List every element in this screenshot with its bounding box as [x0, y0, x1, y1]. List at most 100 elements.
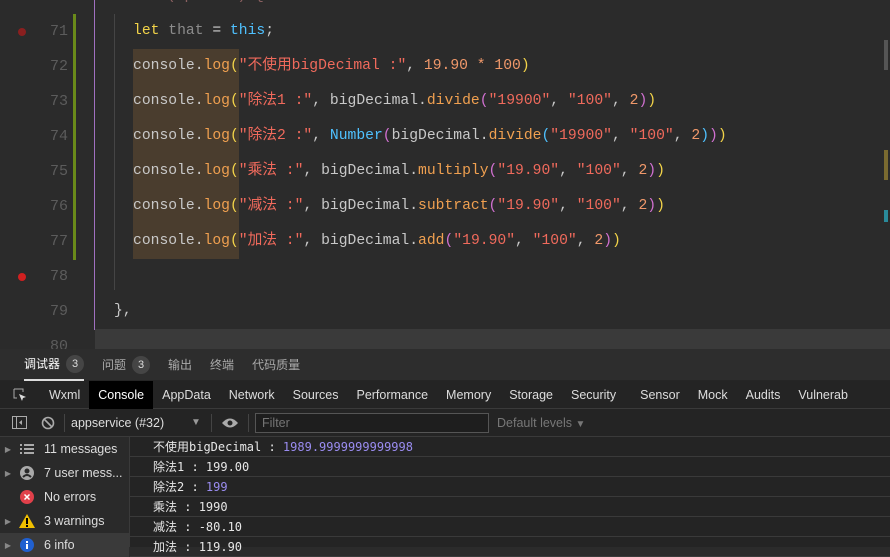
code-token: "19.90" — [497, 163, 560, 179]
code-line[interactable]: 71 let that = this; — [0, 14, 890, 49]
context-selector[interactable]: appservice (#32) — [71, 416, 191, 430]
breakpoint-icon[interactable] — [18, 273, 26, 281]
sidebar-item[interactable]: ▶ 3 warnings — [0, 509, 129, 533]
count-badge: 3 — [132, 355, 151, 374]
devtools-tab[interactable]: Storage — [500, 381, 562, 409]
line-number: 72 — [49, 58, 68, 75]
code-token: that — [159, 23, 204, 39]
sidebar-item[interactable]: ▶ 11 messages — [0, 437, 129, 461]
code-line[interactable]: 74 console.log("除法2 :", Number(bigDecimal… — [0, 119, 890, 154]
panel-tab[interactable]: 代码质量 — [252, 349, 300, 381]
log-label: 加法 : — [153, 540, 199, 554]
panel-tab[interactable]: 终端 — [210, 349, 234, 381]
code-token: ( — [541, 128, 551, 144]
breakpoint-icon[interactable] — [18, 28, 26, 36]
code-token: 2 — [638, 163, 648, 179]
sidebar-item[interactable]: ▶ 7 user mess... — [0, 461, 129, 485]
code-token: console. — [133, 163, 204, 179]
panel-tab-label: 输出 — [168, 358, 193, 372]
code-line[interactable]: 80 — [0, 329, 890, 349]
code-token: , — [612, 128, 630, 144]
devtools-tab[interactable]: Network — [220, 381, 284, 409]
code-token: log — [203, 198, 230, 214]
code-token: , — [673, 128, 692, 144]
line-number: 80 — [49, 338, 68, 349]
code-line[interactable]: 78 — [0, 259, 890, 294]
devtools-tab[interactable]: Security — [562, 381, 625, 409]
devtools-tab[interactable]: Sources — [284, 381, 348, 409]
code-token: log — [203, 58, 230, 74]
clear-console-icon[interactable] — [38, 416, 58, 430]
info-icon — [16, 538, 38, 552]
code-token: "加法 :" — [238, 233, 304, 249]
code-token: ( — [229, 93, 239, 109]
log-row: 减法 : -80.10 — [130, 517, 890, 537]
code-line[interactable]: 76 console.log("减法 :", bigDecimal.subtrac… — [0, 189, 890, 224]
panel-tab[interactable]: 输出 — [168, 349, 192, 381]
code-token: ( — [229, 233, 239, 249]
sidebar-item[interactable]: No errors — [0, 485, 129, 509]
expand-arrow-icon[interactable]: ▶ — [0, 445, 16, 454]
devtools-tab[interactable]: AppData — [153, 381, 220, 409]
line-number: 73 — [49, 93, 68, 110]
devtools-tab[interactable]: Memory — [437, 381, 500, 409]
code-token: bigDecimal. — [391, 128, 489, 144]
code-token: log — [203, 233, 230, 249]
code-line[interactable]: 77 console.log("加法 :", bigDecimal.add("19… — [0, 224, 890, 259]
devtools-tab[interactable]: Performance — [347, 381, 437, 409]
expand-arrow-icon[interactable]: ▶ — [0, 541, 16, 550]
code-token: , bigDecimal. — [303, 198, 419, 214]
devtools-tabs: Wxml Console AppData Network Sources Performa… — [0, 380, 890, 409]
code-token: , bigDecimal. — [303, 163, 419, 179]
code-token: ; — [265, 23, 275, 39]
chevron-down-icon[interactable]: ▼ — [191, 417, 205, 428]
warning-icon — [16, 514, 38, 528]
log-levels-dropdown[interactable]: Default levels ▼ — [497, 416, 585, 430]
toggle-sidebar-icon[interactable] — [0, 416, 38, 429]
code-token: "除法2 :" — [238, 128, 313, 144]
code-token: console. — [133, 58, 204, 74]
panel-tab[interactable]: 调试器 3 — [24, 349, 85, 381]
code-token: 2 — [638, 198, 648, 214]
code-token: , bigDecimal. — [312, 93, 427, 109]
code-token: ( — [382, 128, 392, 144]
code-token: ) — [656, 198, 665, 214]
code-token: = — [203, 23, 230, 39]
devtools-tab[interactable]: Console — [89, 380, 154, 409]
code-text: console.log("乘法 :", bigDecimal.multiply(… — [133, 154, 665, 189]
expand-arrow-icon[interactable]: ▶ — [0, 517, 16, 526]
code-line[interactable]: 79}, — [0, 294, 890, 329]
devtools-tab[interactable]: Wxml — [40, 381, 89, 409]
code-text: console.log("除法2 :", Number(bigDecimal.d… — [133, 119, 727, 154]
code-line[interactable]: 72 console.log("不使用bigDecimal :", 19.90 *… — [0, 49, 890, 84]
code-line[interactable]: 75 console.log("乘法 :", bigDecimal.multipl… — [0, 154, 890, 189]
devtools-tab[interactable]: Sensor — [631, 381, 689, 409]
divider — [64, 413, 65, 432]
code-editor[interactable]: 70 onLoad(options) {71 let that = this; 72 c… — [0, 0, 890, 349]
panel-tab[interactable]: 问题 3 — [102, 349, 151, 381]
code-token: ) — [709, 128, 718, 144]
code-token: , — [550, 93, 568, 109]
code-token: ) — [638, 93, 648, 109]
log-value: 1990 — [198, 500, 228, 514]
code-text: console.log("不使用bigDecimal :", 19.90 * 1… — [133, 49, 530, 84]
devtools-tab[interactable]: Mock — [689, 381, 737, 409]
code-line[interactable]: 70 onLoad(options) { — [0, 0, 890, 14]
inspect-element-icon[interactable] — [0, 387, 40, 403]
devtools-tab[interactable]: Audits — [737, 381, 790, 409]
eye-icon[interactable] — [218, 417, 242, 429]
code-token: , — [559, 198, 577, 214]
console-sidebar: ▶ 11 messages ▶ 7 user mess... No errors ▶ 3 w… — [0, 437, 130, 557]
count-badge: 3 — [66, 354, 85, 373]
sidebar-item[interactable]: ▶ 6 info — [0, 533, 129, 557]
filter-input[interactable] — [255, 412, 489, 433]
code-line[interactable]: 73 console.log("除法1 :", bigDecimal.divide… — [0, 84, 890, 119]
code-token: , — [515, 233, 533, 249]
devtools-tab[interactable]: Vulnerab — [789, 381, 857, 409]
code-text: onLoad(options) { — [114, 0, 264, 14]
code-token: log — [203, 93, 230, 109]
divider — [211, 413, 212, 432]
expand-arrow-icon[interactable]: ▶ — [0, 469, 16, 478]
line-number: 74 — [49, 128, 68, 145]
log-label: 乘法 : — [153, 500, 199, 514]
